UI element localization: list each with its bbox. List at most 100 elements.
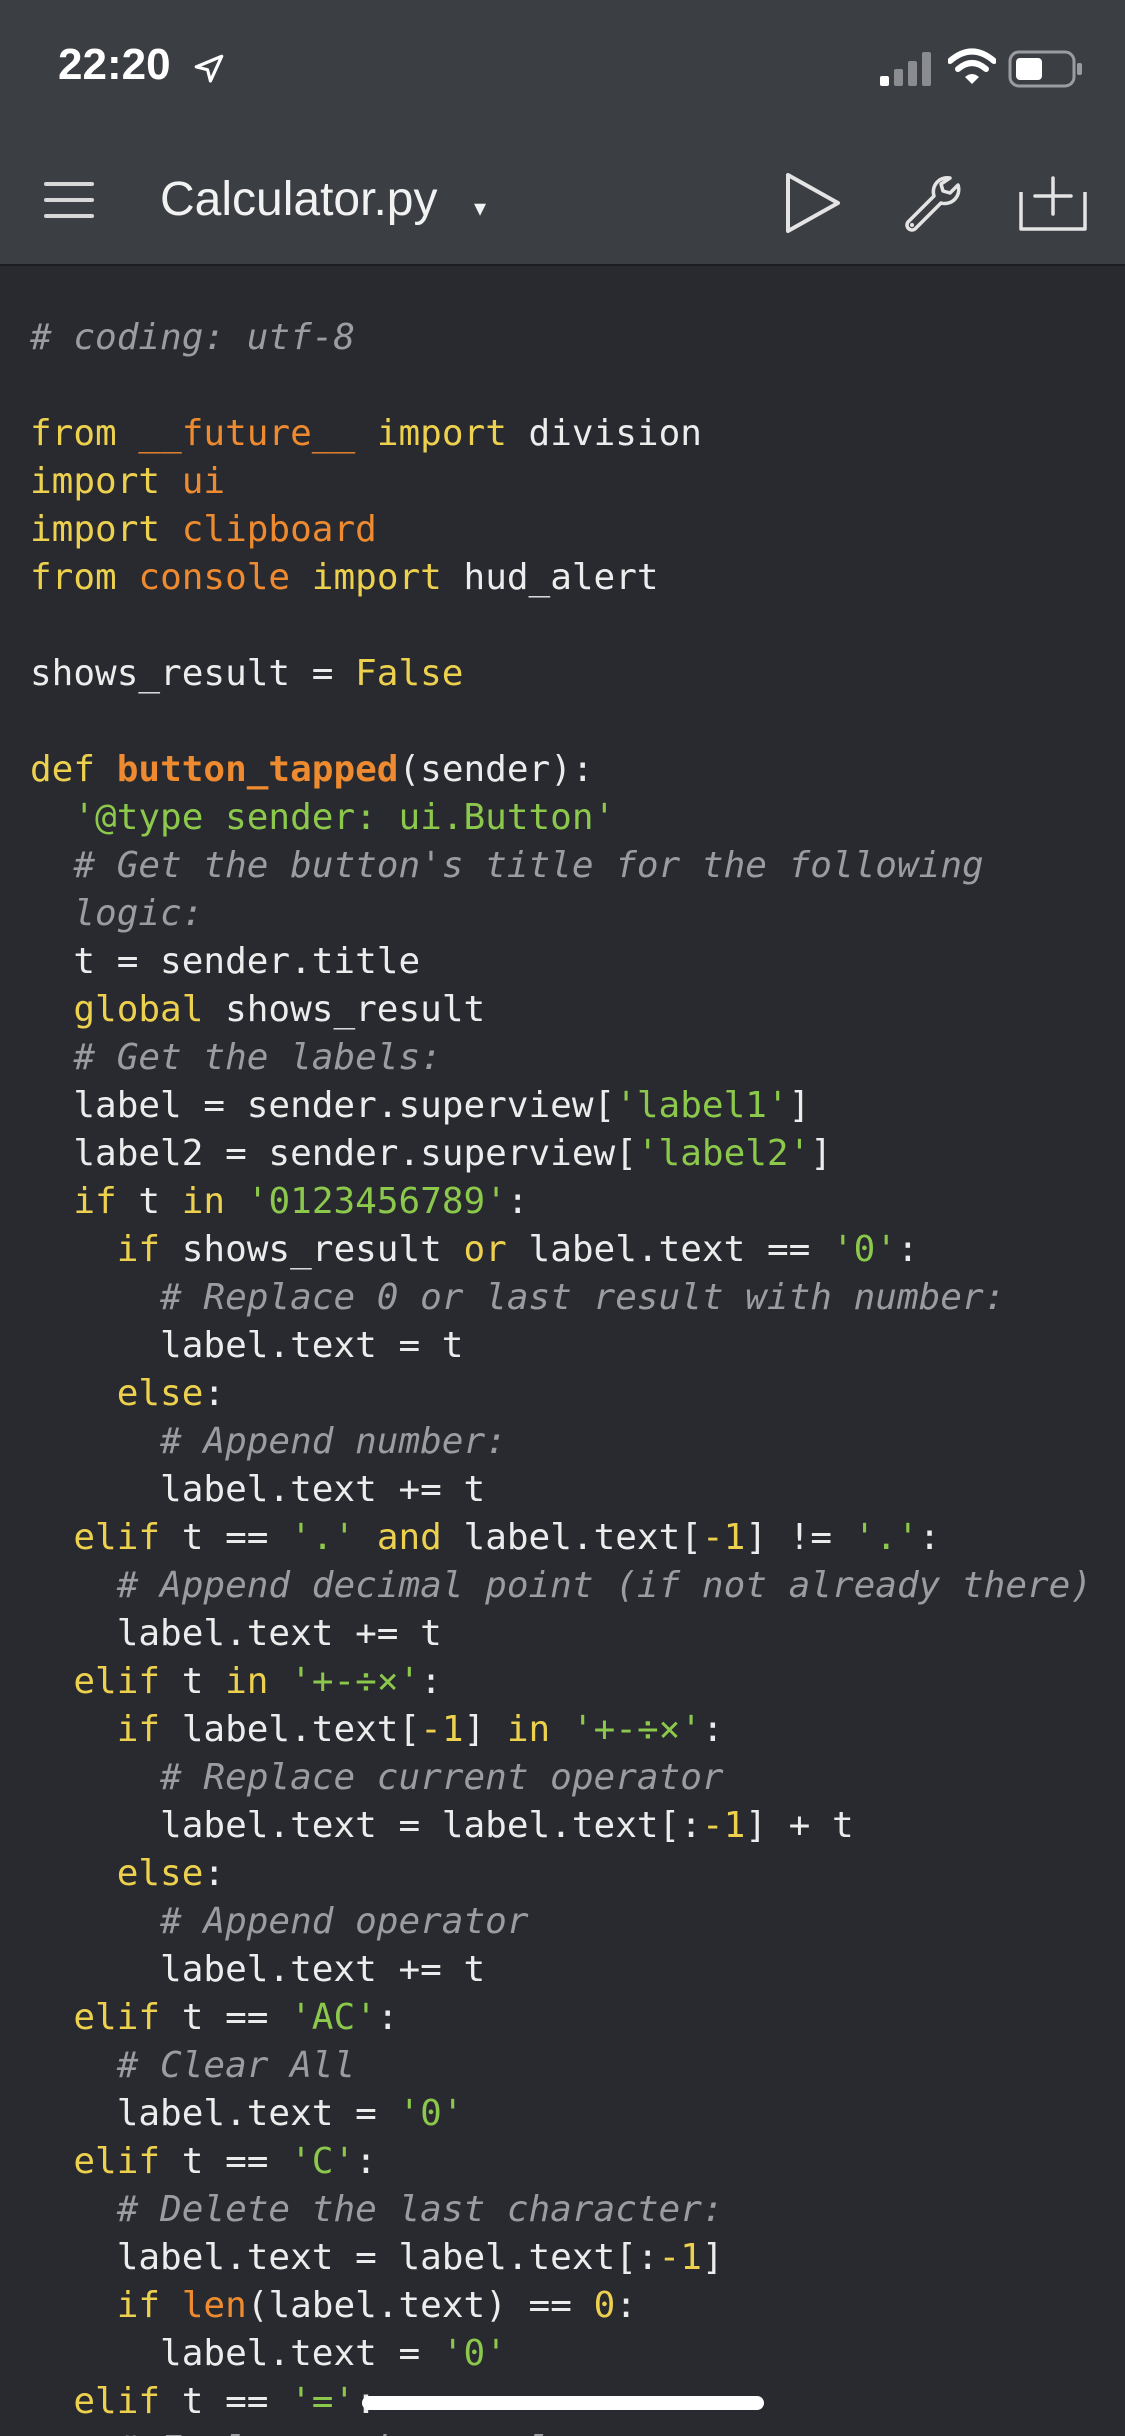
code-line: if len(label.text) == 0: xyxy=(30,2282,1092,2330)
code-token: ui xyxy=(181,461,226,502)
code-token: : xyxy=(701,1709,724,1750)
wifi-icon xyxy=(948,48,996,84)
add-file-icon[interactable] xyxy=(1018,174,1088,232)
play-icon[interactable] xyxy=(782,170,842,236)
code-token: : xyxy=(203,1373,226,1414)
code-token: : xyxy=(506,1181,529,1222)
code-editor[interactable]: # coding: utf-8 from __future__ import d… xyxy=(0,266,1125,2436)
home-indicator[interactable] xyxy=(362,2396,764,2410)
code-token: elif xyxy=(73,1997,161,2038)
code-line: if label.text[-1] in '+-÷×': xyxy=(30,1706,1092,1754)
code-token: (sender): xyxy=(398,749,594,790)
wrench-icon[interactable] xyxy=(900,172,962,234)
code-line: import clipboard xyxy=(30,506,1092,554)
code-token: import xyxy=(376,413,507,454)
code-token: 'label2' xyxy=(636,1133,811,1174)
code-token: label.text += t xyxy=(30,1613,442,1654)
code-token: -1 xyxy=(420,1709,464,1750)
code-token: and xyxy=(376,1517,442,1558)
code-token: -1 xyxy=(658,2237,702,2278)
code-line: # Append number: xyxy=(30,1418,1092,1466)
code-token: ] + t xyxy=(745,1805,854,1846)
file-title[interactable]: Calculator.py xyxy=(160,172,437,227)
code-token: in xyxy=(225,1661,269,1702)
code-token: label.text += t xyxy=(30,1469,486,1510)
code-line: # Append decimal point (if not already t… xyxy=(30,1562,1092,1610)
code-token: if xyxy=(116,1229,161,1270)
location-arrow-icon xyxy=(194,54,224,83)
code-token: t xyxy=(116,1181,182,1222)
code-token: label.text += t xyxy=(30,1949,486,1990)
code-line: else: xyxy=(30,1370,1092,1418)
code-line: shows_result = False xyxy=(30,650,1092,698)
code-line: if t in '0123456789': xyxy=(30,1178,1092,1226)
code-line: # Replace 0 or last result with number: xyxy=(30,1274,1092,1322)
code-token: label.text = t xyxy=(30,1325,464,1366)
code-line: if shows_result or label.text == '0': xyxy=(30,1226,1092,1274)
code-line: import ui xyxy=(30,458,1092,506)
code-line: def button_tapped(sender): xyxy=(30,746,1092,794)
code-line: label.text = '0' xyxy=(30,2330,1092,2378)
code-token: global xyxy=(73,989,204,1030)
code-token: shows_result xyxy=(203,989,486,1030)
code-token: __future__ xyxy=(138,413,356,454)
code-token: ] xyxy=(463,1709,507,1750)
code-line: # Evaluate the result: xyxy=(30,2426,1092,2436)
menu-icon[interactable] xyxy=(40,176,98,224)
code-line: label.text = '0' xyxy=(30,2090,1092,2138)
code-token: len xyxy=(181,2285,247,2326)
code-token: else xyxy=(116,1373,204,1414)
code-line: elif t in '+-÷×': xyxy=(30,1658,1092,1706)
code-token: label.text[ xyxy=(441,1517,702,1558)
code-line: from console import hud_alert xyxy=(30,554,1092,602)
code-token: '=' xyxy=(290,2381,356,2422)
code-line: elif t == '.' and label.text[-1] != '.': xyxy=(30,1514,1092,1562)
code-token: : xyxy=(918,1517,941,1558)
code-token: # Append operator xyxy=(160,1901,529,1942)
code-line: t = sender.title xyxy=(30,938,1092,986)
status-time: 22:20 xyxy=(58,40,171,89)
code-token: label.text = xyxy=(30,2333,442,2374)
code-line: # coding: utf-8 xyxy=(30,314,1092,362)
code-token: ] xyxy=(701,2237,724,2278)
code-token: # Evaluate the result: xyxy=(117,2429,594,2436)
code-token: ] xyxy=(788,1085,811,1126)
code-text[interactable]: # coding: utf-8 from __future__ import d… xyxy=(30,314,1092,2436)
code-token: label.text == xyxy=(506,1229,832,1270)
code-token: 0 xyxy=(593,2285,616,2326)
code-line: label.text = label.text[:-1] xyxy=(30,2234,1092,2282)
code-token: if xyxy=(116,1709,161,1750)
code-token: # Append number: xyxy=(160,1421,507,1462)
code-token: : xyxy=(897,1229,919,1270)
code-line: # Get the labels: xyxy=(30,1034,1092,1082)
title-dropdown-caret[interactable]: ▾ xyxy=(474,194,486,223)
code-line: label.text = label.text[:-1] + t xyxy=(30,1802,1092,1850)
code-token: '.' xyxy=(290,1517,356,1558)
code-token: t xyxy=(160,1661,226,1702)
code-token: button_tapped xyxy=(116,749,399,790)
code-line: # Replace current operator xyxy=(30,1754,1092,1802)
code-token: elif xyxy=(73,2141,161,2182)
code-token: # Replace 0 or last result with number: xyxy=(160,1277,1006,1318)
code-line: # Clear All xyxy=(30,2042,1092,2090)
code-token: (label.text) == xyxy=(246,2285,594,2326)
code-token: clipboard xyxy=(181,509,377,550)
code-token: if xyxy=(73,1181,117,1222)
